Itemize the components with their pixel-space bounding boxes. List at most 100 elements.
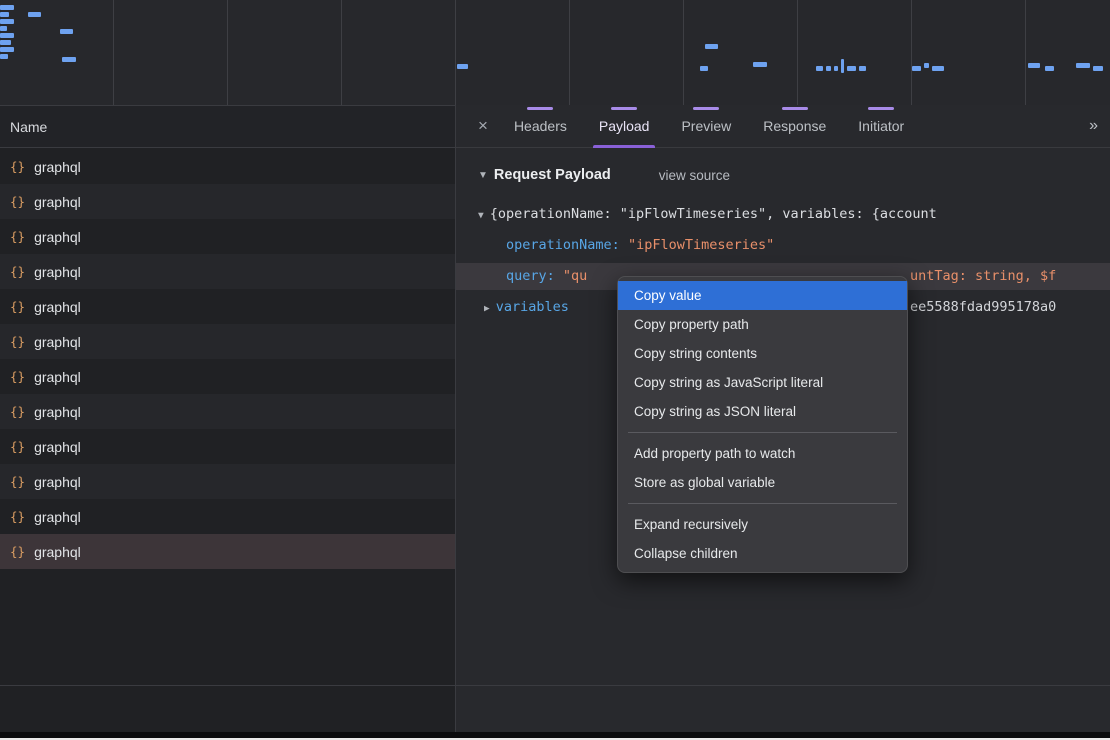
collapsed-triangle-icon: ▶ (484, 303, 490, 314)
tab-label: Initiator (858, 118, 904, 134)
tab-activity-mark (868, 107, 894, 110)
timeline-gridline (569, 0, 570, 105)
devtools-network-panel: Name {} graphql {} graphql {} graphql {} gra… (0, 0, 1110, 740)
name-column-header[interactable]: Name (0, 106, 455, 148)
json-braces-icon: {} (10, 229, 25, 244)
timeline-request-bar (700, 66, 708, 71)
timeline-gridline (455, 0, 456, 105)
timeline-request-bar (924, 63, 929, 68)
property-value: "ipFlowTimeseries" (628, 237, 774, 253)
chevron-double-right-icon[interactable]: » (1089, 117, 1098, 135)
network-request-row[interactable]: {} graphql (0, 359, 455, 394)
tab-headers[interactable]: Headers (498, 105, 583, 148)
context-menu: Copy value Copy property path Copy strin… (617, 276, 908, 573)
network-request-row[interactable]: {} graphql (0, 394, 455, 429)
tab-label: Preview (681, 118, 731, 134)
timeline-request-bar (0, 40, 11, 45)
network-overview-timeline[interactable] (0, 0, 1110, 106)
payload-root-row[interactable]: ▼{operationName: "ipFlowTimeseries", var… (478, 199, 1110, 230)
menu-separator (628, 432, 897, 433)
network-request-row[interactable]: {}graphql (0, 464, 455, 499)
timeline-request-bar (859, 66, 866, 71)
tab-label: Payload (599, 118, 650, 134)
timeline-request-bar (912, 66, 921, 71)
json-braces-icon: {} (10, 159, 25, 174)
json-braces-icon: {} (10, 404, 25, 419)
request-name: graphql (34, 369, 81, 385)
json-braces-icon: {} (10, 474, 25, 489)
tab-initiator[interactable]: Initiator (842, 105, 920, 148)
request-name: graphql (34, 229, 81, 245)
timeline-request-bar (847, 66, 856, 71)
json-braces-icon: {} (10, 544, 25, 559)
json-braces-icon: {} (10, 439, 25, 454)
menu-item-collapse-children[interactable]: Collapse children (618, 539, 907, 568)
payload-variables-row[interactable]: ▶variables (484, 292, 569, 323)
request-name: graphql (34, 439, 81, 455)
timeline-request-bar (0, 54, 8, 59)
json-braces-icon: {} (10, 509, 25, 524)
timeline-request-bar (0, 12, 9, 17)
timeline-request-bar (834, 66, 838, 71)
timeline-request-bar (0, 47, 14, 52)
tab-response[interactable]: Response (747, 105, 842, 148)
timeline-request-bar (0, 26, 7, 31)
menu-item-add-property-path-to-watch[interactable]: Add property path to watch (618, 439, 907, 468)
menu-item-copy-string-contents[interactable]: Copy string contents (618, 339, 907, 368)
menu-item-copy-value[interactable]: Copy value (618, 281, 907, 310)
timeline-request-bar (28, 12, 41, 17)
expanded-triangle-icon: ▼ (478, 170, 488, 181)
request-name: graphql (34, 509, 81, 525)
network-request-row[interactable]: {}graphql (0, 254, 455, 289)
timeline-gridline (911, 0, 912, 105)
timeline-request-bar (932, 66, 944, 71)
tab-payload[interactable]: Payload (583, 105, 666, 148)
timeline-gridline (113, 0, 114, 105)
request-name: graphql (34, 194, 81, 210)
tab-activity-mark (693, 107, 719, 110)
payload-operationname-row[interactable]: operationName: "ipFlowTimeseries" (506, 230, 774, 261)
menu-separator (628, 503, 897, 504)
network-request-row-selected[interactable]: {}graphql (0, 534, 455, 569)
view-source-link[interactable]: view source (659, 168, 730, 183)
menu-item-copy-string-js-literal[interactable]: Copy string as JavaScript literal (618, 368, 907, 397)
footer-divider (0, 685, 1110, 686)
network-request-row[interactable]: {} graphql (0, 219, 455, 254)
timeline-request-bar (753, 62, 767, 67)
property-key: query: (506, 268, 555, 284)
close-icon[interactable]: × (468, 116, 498, 136)
tab-preview[interactable]: Preview (665, 105, 747, 148)
json-braces-icon: {} (10, 194, 25, 209)
timeline-request-bar (60, 29, 73, 34)
expanded-triangle-icon: ▼ (478, 210, 484, 221)
menu-item-store-as-global-variable[interactable]: Store as global variable (618, 468, 907, 497)
timeline-request-bar (0, 5, 14, 10)
variables-preview-fragment: ee5588fdad995178a0 (910, 292, 1056, 323)
timeline-gridline (1025, 0, 1026, 105)
timeline-gridline (341, 0, 342, 105)
network-request-row[interactable]: {} graphql (0, 499, 455, 534)
json-braces-icon: {} (10, 334, 25, 349)
network-request-row[interactable]: {}graphql (0, 324, 455, 359)
request-payload-section[interactable]: ▼ Request Payload view source (478, 163, 730, 187)
timeline-gridline (797, 0, 798, 105)
json-braces-icon: {} (10, 369, 25, 384)
network-request-row[interactable]: {} graphql (0, 429, 455, 464)
timeline-request-bar (1076, 63, 1090, 68)
request-name: graphql (34, 264, 81, 280)
timeline-request-bar (1028, 63, 1040, 68)
menu-item-expand-recursively[interactable]: Expand recursively (618, 510, 907, 539)
payload-query-row[interactable]: query: "qu (506, 261, 587, 292)
timeline-gridline (227, 0, 228, 105)
request-payload-title: Request Payload (494, 167, 611, 183)
network-request-row[interactable]: {}graphql (0, 289, 455, 324)
property-value-start: "qu (563, 268, 587, 284)
request-name: graphql (34, 404, 81, 420)
network-request-row[interactable]: {}graphql (0, 149, 455, 184)
menu-item-copy-property-path[interactable]: Copy property path (618, 310, 907, 339)
menu-item-copy-string-json-literal[interactable]: Copy string as JSON literal (618, 397, 907, 426)
network-request-row[interactable]: {} graphql (0, 184, 455, 219)
timeline-request-bar (62, 57, 76, 62)
timeline-request-bar (816, 66, 823, 71)
tab-activity-mark (611, 107, 637, 110)
